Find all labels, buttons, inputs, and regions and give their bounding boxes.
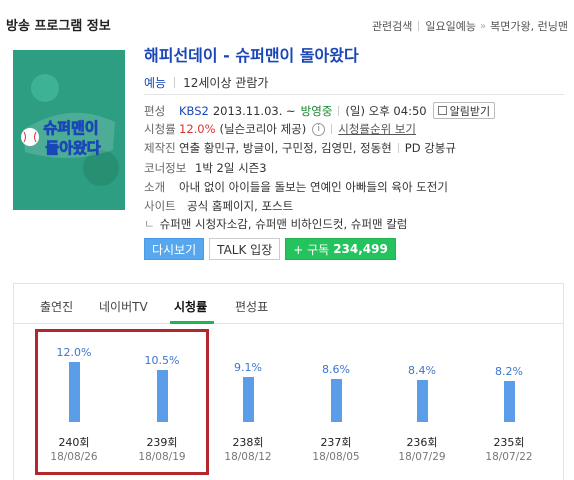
corner-link[interactable]: 1박 2일 시즌3: [195, 160, 267, 176]
tab-cast[interactable]: 출연진: [40, 298, 73, 315]
alarm-icon: [437, 106, 447, 115]
poster-art: 슈퍼맨이 돌아왔다: [13, 50, 125, 210]
subsite-links[interactable]: 슈퍼맨 시청자소감, 슈퍼맨 비하인드컷, 슈퍼맨 칼럼: [160, 216, 408, 232]
active-tab-indicator: [170, 321, 214, 324]
chart-episode-label[interactable]: 235회: [479, 434, 539, 450]
start-date: 2013.11.03. ~: [212, 103, 296, 118]
chart-date-label: 18/08/12: [224, 451, 272, 463]
corner-row: 코너정보 1박 2일 시즌3: [144, 160, 267, 176]
program-title[interactable]: 해피선데이 - 슈퍼맨이 돌아왔다: [144, 42, 359, 66]
schedule-label: 편성: [144, 103, 166, 118]
genre-link[interactable]: 예능: [144, 74, 166, 91]
divider: [174, 77, 176, 88]
chart-value-label: 9.1%: [234, 360, 262, 374]
subsite-row: ㄴ 슈퍼맨 시청자소감, 슈퍼맨 비하인드컷, 슈퍼맨 칼럼: [144, 216, 407, 232]
corner-label: 코너정보: [144, 161, 187, 175]
subscribe-label: + 구독: [293, 242, 330, 257]
info-icon[interactable]: i: [312, 122, 326, 136]
genre-row: 예능 12세이상 관람가: [144, 74, 268, 91]
chart-date-label: 18/07/22: [485, 451, 533, 463]
section-title: 방송 프로그램 정보: [6, 19, 111, 34]
site-links[interactable]: 공식 홈페이지, 포스트: [187, 198, 293, 214]
action-buttons: 다시보기 TALK 입장 + 구독 234,499: [144, 238, 396, 260]
staff-pd[interactable]: PD 강봉규: [405, 140, 456, 156]
subscribe-button[interactable]: + 구독 234,499: [285, 238, 396, 260]
channel-link[interactable]: KBS2: [179, 104, 209, 118]
air-time: (일) 오후 04:50: [345, 103, 427, 118]
divider: [144, 94, 564, 95]
poster-logo-line1: 슈퍼맨이: [43, 119, 98, 137]
viewership-rank-link[interactable]: 시청률순위 보기: [338, 121, 416, 137]
talk-button[interactable]: TALK 입장: [209, 238, 281, 260]
highlight-box: [35, 329, 209, 475]
viewership-source: (닐슨코리아 제공): [219, 122, 307, 136]
related-genre-link[interactable]: 일요일예능: [425, 18, 476, 34]
chart-value-label: 8.4%: [408, 364, 436, 377]
divider: [338, 105, 340, 116]
divider: [397, 143, 399, 153]
chart-date-label: 18/08/05: [312, 451, 360, 463]
chart-value-label: 8.2%: [495, 365, 523, 378]
subscribe-count: 234,499: [333, 242, 388, 256]
alarm-button[interactable]: 알림받기: [432, 102, 496, 119]
baseball-icon: [21, 128, 39, 146]
age-rating: 12세이상 관람가: [183, 76, 269, 90]
chart-date-label: 18/07/29: [398, 451, 446, 463]
chart-bar: [330, 379, 342, 422]
related-search-label: 관련검색: [371, 20, 413, 33]
staff-label: 제작진: [144, 141, 176, 155]
chevron-right-icon: »: [480, 20, 487, 32]
rewatch-button[interactable]: 다시보기: [144, 238, 205, 260]
intro-label: 소개: [144, 180, 166, 194]
chart-bar: [242, 376, 254, 422]
site-label: 사이트: [144, 199, 176, 213]
divider: [331, 124, 333, 134]
staff-row: 제작진 연출 황민규, 방글이, 구민정, 김영민, 정동현 PD 강봉규: [144, 140, 456, 156]
intro-row: 소개 아내 없이 아이들을 돌보는 연예인 아빠들의 육아 도전기: [144, 179, 448, 195]
chart-episode-label[interactable]: 238회: [218, 434, 278, 450]
status-badge: 방영중: [300, 103, 333, 118]
schedule-row: 편성 KBS2 2013.11.03. ~ 방영중 (일) 오후 04:50 알…: [144, 102, 496, 119]
program-poster[interactable]: 슈퍼맨이 돌아왔다: [13, 50, 125, 210]
staff-directors[interactable]: 연출 황민규, 방글이, 구민정, 김영민, 정동현: [179, 140, 392, 156]
viewership-row: 시청률 12.0% (닐슨코리아 제공) i 시청률순위 보기: [144, 121, 416, 137]
tab-ratings[interactable]: 시청률: [174, 298, 207, 315]
chart-bar: [416, 380, 428, 422]
chart-episode-label[interactable]: 237회: [306, 434, 366, 450]
chart-bar: [503, 381, 515, 422]
tab-schedule[interactable]: 편성표: [235, 298, 268, 315]
subsite-prefix-icon: ㄴ: [144, 217, 155, 231]
viewership-value: 12.0%: [179, 122, 216, 136]
alarm-label: 알림받기: [449, 104, 491, 118]
tab-bar: [14, 284, 563, 324]
viewership-label: 시청률: [144, 122, 176, 136]
chart-episode-label[interactable]: 236회: [392, 434, 452, 450]
poster-logo-line2: 돌아왔다: [45, 139, 100, 157]
divider: [418, 21, 420, 31]
site-row: 사이트 공식 홈페이지, 포스트: [144, 198, 293, 214]
related-shows-link[interactable]: 복면가왕, 런닝맨: [490, 18, 568, 34]
chart-value-label: 8.6%: [322, 363, 350, 376]
related-search: 관련검색 일요일예능 » 복면가왕, 런닝맨: [372, 18, 568, 34]
intro-text: 아내 없이 아이들을 돌보는 연예인 아빠들의 육아 도전기: [179, 180, 448, 194]
tab-navertv[interactable]: 네이버TV: [99, 298, 148, 315]
